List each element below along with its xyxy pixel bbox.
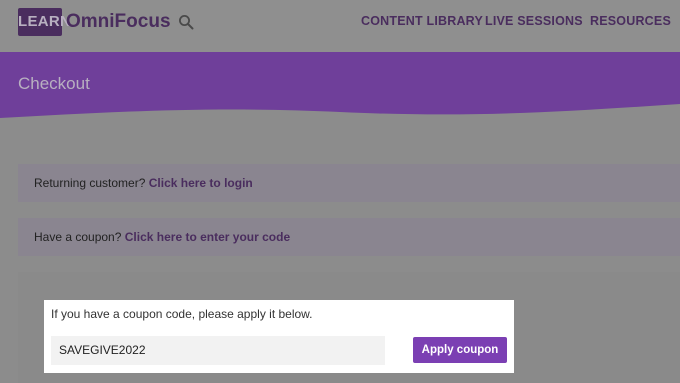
site-header: LEARN OmniFocus CONTENT LIBRARY LIVE SES…	[0, 0, 680, 52]
coupon-notice-text: Have a coupon?	[34, 230, 122, 244]
coupon-notice: Have a coupon? Click here to enter your …	[18, 218, 680, 256]
nav-content-library[interactable]: CONTENT LIBRARY	[361, 14, 483, 28]
coupon-form: If you have a coupon code, please apply …	[44, 300, 514, 373]
coupon-code-input[interactable]: SAVEGIVE2022	[51, 336, 385, 365]
nav-live-sessions[interactable]: LIVE SESSIONS	[485, 14, 583, 28]
page-title: Checkout	[18, 74, 90, 93]
nav-resources[interactable]: RESOURCES	[590, 14, 671, 28]
enter-coupon-link[interactable]: Click here to enter your code	[125, 230, 290, 244]
apply-coupon-button[interactable]: Apply coupon	[413, 337, 507, 363]
login-link[interactable]: Click here to login	[149, 176, 253, 190]
coupon-instruction: If you have a coupon code, please apply …	[51, 307, 313, 321]
page-banner	[0, 52, 680, 132]
returning-customer-text: Returning customer?	[34, 176, 146, 190]
search-icon[interactable]	[178, 14, 194, 30]
returning-customer-notice: Returning customer? Click here to login	[18, 164, 680, 202]
logo-text[interactable]: OmniFocus	[66, 11, 171, 33]
banner-wave	[0, 52, 680, 118]
logo-badge[interactable]: LEARN	[18, 8, 71, 36]
